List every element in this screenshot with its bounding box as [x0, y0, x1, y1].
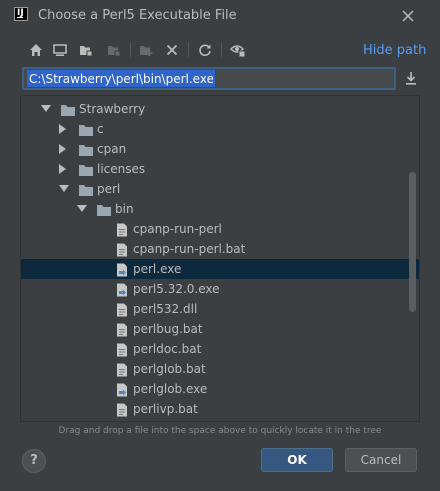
tree-item-label: perl5.32.0.exe [133, 282, 220, 296]
help-button[interactable]: ? [22, 449, 46, 473]
toolbar-separator [221, 43, 222, 57]
close-icon [402, 10, 414, 22]
tree-item-label: perlbug.bat [133, 322, 203, 336]
folder-icon [78, 142, 94, 156]
path-field[interactable] [22, 67, 396, 90]
file-icon [114, 342, 130, 357]
tree-folder-row[interactable]: licenses [21, 159, 419, 179]
tree-file-row[interactable]: cpanp-run-perl.bat [21, 239, 419, 259]
project-folder-icon [80, 46, 93, 57]
tree-item-label: cpanp-run-perl.bat [133, 242, 246, 256]
file-tree[interactable]: Strawberry c cpan licenses perl bin cpanp-run-… [20, 95, 420, 422]
tree-item-label: c [97, 122, 104, 136]
ok-button[interactable]: OK [261, 448, 333, 472]
executable-file-icon [114, 282, 130, 297]
tree-folder-row[interactable]: Strawberry [21, 99, 419, 119]
download-icon [406, 72, 416, 85]
collapsed-arrow-icon[interactable] [59, 144, 66, 154]
tree-item-label: perl [97, 182, 121, 196]
file-icon [114, 302, 130, 317]
tree-file-row[interactable]: perl5.32.0.exe [21, 279, 419, 299]
tree-item-label: perlglob.exe [133, 382, 208, 396]
tree-folder-row[interactable]: cpan [21, 139, 419, 159]
tree-file-row[interactable]: perl532.dll [21, 299, 419, 319]
tree-item-label: perlglob.bat [133, 362, 206, 376]
tree-file-row[interactable]: perlglob.exe [21, 379, 419, 399]
refresh-icon [199, 44, 211, 57]
project-folder-button[interactable] [76, 40, 96, 60]
tree-file-row[interactable]: perlglob.bat [21, 359, 419, 379]
tree-item-label: Strawberry [79, 102, 146, 116]
new-folder-button[interactable] [136, 40, 156, 60]
folder-icon [96, 202, 112, 216]
expanded-arrow-icon[interactable] [41, 105, 51, 112]
module-folder-icon [108, 46, 121, 57]
tree-file-row[interactable]: perlbug.bat [21, 319, 419, 339]
title-bar: IJ Choose a Perl5 Executable File [0, 0, 440, 32]
tree-folder-row[interactable]: bin [21, 199, 419, 219]
folder-icon [60, 102, 76, 116]
file-icon [114, 242, 130, 257]
intellij-logo-icon: IJ [14, 7, 28, 21]
collapsed-arrow-icon[interactable] [59, 124, 66, 134]
folder-icon [78, 162, 94, 176]
path-input[interactable] [27, 70, 215, 87]
drag-drop-hint: Drag and drop a file into the space abov… [58, 426, 382, 436]
toolbar-separator [188, 43, 189, 57]
refresh-button[interactable] [195, 40, 215, 60]
home-button[interactable] [26, 40, 46, 60]
dialog-title: Choose a Perl5 Executable File [38, 8, 237, 23]
scrollbar[interactable] [409, 172, 416, 312]
tree-item-label: cpanp-run-perl [133, 222, 222, 236]
home-icon [30, 44, 42, 56]
file-icon [114, 402, 130, 417]
delete-button[interactable] [162, 40, 182, 60]
tree-file-row[interactable]: perl.exe [21, 259, 419, 279]
tree-file-row[interactable]: perldoc.bat [21, 339, 419, 359]
expanded-arrow-icon[interactable] [77, 205, 87, 212]
tree-item-label: perl532.dll [133, 302, 198, 316]
expanded-arrow-icon[interactable] [59, 185, 69, 192]
file-icon [114, 222, 130, 237]
tree-file-row[interactable]: cpanp-run-perl [21, 219, 419, 239]
show-hidden-button[interactable] [228, 40, 248, 60]
file-icon [114, 362, 130, 377]
delete-icon [166, 44, 178, 56]
tree-folder-row[interactable]: perl [21, 179, 419, 199]
tree-item-label: licenses [97, 162, 146, 176]
file-icon [114, 322, 130, 337]
tree-folder-row[interactable]: c [21, 119, 419, 139]
tree-file-row[interactable]: perlivp.bat [21, 399, 419, 419]
tree-item-label: cpan [97, 142, 127, 156]
tree-item-label: perldoc.bat [133, 342, 202, 356]
folder-icon [78, 122, 94, 136]
tree-item-label: perlivp.bat [133, 402, 198, 416]
hide-path-link[interactable]: Hide path [363, 43, 426, 58]
executable-file-icon [114, 382, 130, 397]
download-button[interactable] [403, 70, 421, 88]
close-button[interactable] [398, 6, 418, 26]
folder-icon [78, 182, 94, 196]
toolbar-separator [130, 43, 131, 57]
cancel-button[interactable]: Cancel [345, 448, 417, 472]
show-hidden-icon [230, 45, 246, 57]
executable-file-icon [114, 262, 130, 277]
module-folder-button[interactable] [104, 40, 124, 60]
collapsed-arrow-icon[interactable] [59, 164, 66, 174]
tree-item-label: bin [115, 202, 134, 216]
desktop-button[interactable] [50, 40, 70, 60]
desktop-icon [53, 44, 67, 56]
new-folder-icon [140, 46, 153, 56]
tree-item-label: perl.exe [133, 262, 182, 276]
